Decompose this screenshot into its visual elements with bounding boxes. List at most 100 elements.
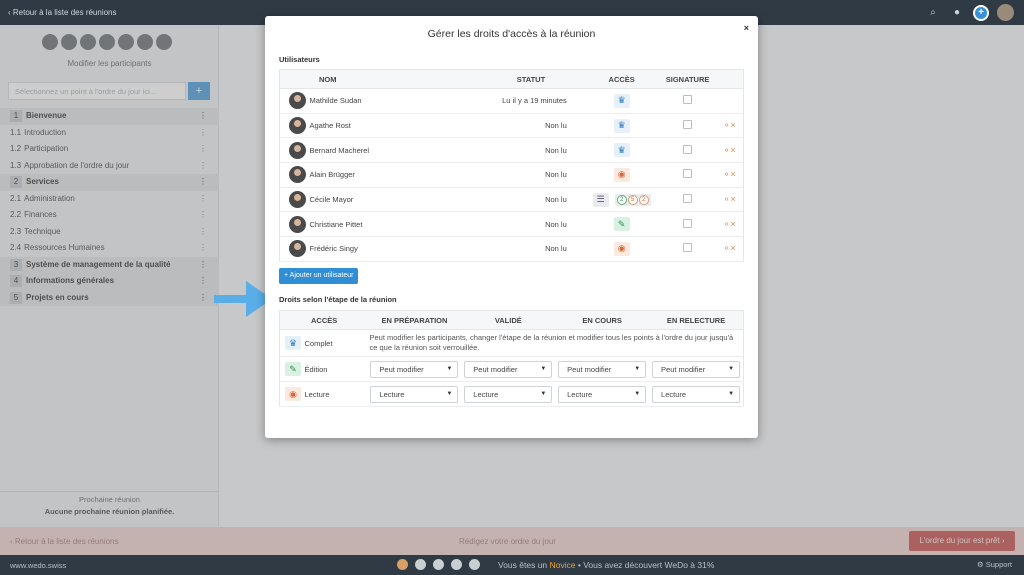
count-badge: 2 bbox=[638, 194, 649, 205]
steps-section-title: Droits selon l'étape de la réunion bbox=[279, 295, 397, 304]
user-status: Lu il y a 19 minutes bbox=[444, 88, 584, 114]
progress-dot bbox=[451, 559, 462, 570]
progress-dot bbox=[469, 559, 480, 570]
back-to-meetings-link[interactable]: ‹ Retour à la liste des réunions bbox=[8, 8, 117, 17]
user-row: Christiane Pittet Non lu ✎ ⚬× bbox=[279, 211, 744, 238]
list-icon[interactable]: ☰ bbox=[592, 192, 609, 207]
col-ongoing: EN COURS bbox=[555, 310, 650, 330]
rights-row-read: ◉ Lecture Lecture ▼ Lecture ▼ Lecture ▼ Lec… bbox=[279, 381, 744, 407]
brand-link[interactable]: www.wedo.swiss bbox=[10, 561, 66, 570]
user-access: ♛ bbox=[583, 137, 660, 164]
search-icon[interactable]: ⌕ bbox=[925, 5, 941, 21]
signature-checkbox[interactable] bbox=[683, 120, 693, 130]
remove-user-icon[interactable]: ⚬× bbox=[723, 194, 736, 204]
user-row: Cécile Mayor Non lu ☰ 2 5 2 ⚬× bbox=[279, 187, 744, 213]
col-access: ACCÈS bbox=[583, 69, 660, 89]
edit-validated-select[interactable]: Peut modifier ▼ bbox=[464, 360, 553, 378]
discovery-status: Vous êtes un Novice • Vous avez découver… bbox=[498, 560, 715, 570]
crown-icon[interactable]: ♛ bbox=[613, 143, 630, 158]
remove-user-icon[interactable]: ⚬× bbox=[723, 145, 736, 155]
user-access: ♛ bbox=[583, 88, 660, 114]
count-badge: 2 bbox=[616, 194, 627, 205]
avatar bbox=[289, 191, 306, 209]
remove-user-icon[interactable]: ⚬× bbox=[723, 120, 736, 130]
chevron-down-icon: ▼ bbox=[634, 366, 641, 372]
chevron-down-icon: ▼ bbox=[540, 391, 547, 397]
access-counts[interactable]: 252 bbox=[614, 193, 651, 206]
user-name: Alain Brügger bbox=[309, 162, 445, 188]
user-name: Christiane Pittet bbox=[309, 211, 445, 238]
chevron-down-icon: ▼ bbox=[446, 366, 453, 372]
step-rights-table: ACCÈS EN PRÉPARATION VALIDÉ EN COURS EN … bbox=[279, 310, 744, 407]
avatar bbox=[289, 141, 306, 159]
edit-ongoing-select[interactable]: Peut modifier ▼ bbox=[558, 360, 647, 378]
count-badge: 5 bbox=[627, 194, 638, 205]
signature-checkbox[interactable] bbox=[683, 169, 693, 179]
users-table: NOM STATUT ACCÈS SIGNATURE Mathilde Suda… bbox=[279, 69, 744, 262]
avatar bbox=[289, 166, 306, 184]
progress-dots[interactable] bbox=[397, 559, 480, 570]
chevron-down-icon: ▼ bbox=[634, 391, 641, 397]
col-preparation: EN PRÉPARATION bbox=[367, 310, 462, 330]
avatar bbox=[289, 117, 306, 135]
read-validated-select[interactable]: Lecture ▼ bbox=[464, 385, 553, 403]
user-name: Agathe Rost bbox=[309, 113, 445, 139]
signature-checkbox[interactable] bbox=[683, 243, 693, 253]
col-access: ACCÈS bbox=[279, 310, 368, 330]
crown-icon: ♛ bbox=[285, 336, 301, 350]
crown-icon[interactable]: ♛ bbox=[613, 118, 630, 133]
chevron-down-icon: ▼ bbox=[728, 366, 735, 372]
signature-checkbox[interactable] bbox=[683, 95, 693, 105]
progress-dot bbox=[433, 559, 444, 570]
close-icon[interactable]: × bbox=[744, 23, 749, 33]
rights-row-complete: ♛ Complet Peut modifier les participants… bbox=[279, 329, 744, 357]
read-preparation-select[interactable]: Lecture ▼ bbox=[370, 385, 459, 403]
users-section-title: Utilisateurs bbox=[279, 55, 320, 64]
add-icon[interactable]: + bbox=[973, 4, 989, 21]
modal-title: Gérer les droits d'accès à la réunion bbox=[427, 28, 596, 40]
level-badge: Novice bbox=[549, 560, 576, 570]
chevron-down-icon: ▼ bbox=[446, 391, 453, 397]
user-status: Non lu bbox=[444, 137, 584, 164]
col-review: EN RELECTURE bbox=[649, 310, 744, 330]
user-name: Mathilde Sudan bbox=[309, 88, 445, 114]
read-review-select[interactable]: Lecture ▼ bbox=[652, 385, 741, 403]
signature-checkbox[interactable] bbox=[683, 218, 693, 228]
user-row: Agathe Rost Non lu ♛ ⚬× bbox=[279, 113, 744, 139]
avatar bbox=[289, 92, 306, 110]
user-row: Frédéric Singy Non lu ◉ ⚬× bbox=[279, 236, 744, 262]
edit-preparation-select[interactable]: Peut modifier ▼ bbox=[370, 360, 459, 378]
user-avatar-icon[interactable] bbox=[997, 4, 1014, 21]
avatar bbox=[289, 215, 306, 233]
rights-label: Édition bbox=[304, 356, 368, 382]
support-link[interactable]: ⚙ Support bbox=[977, 560, 1012, 569]
user-row: Alain Brügger Non lu ◉ ⚬× bbox=[279, 162, 744, 188]
eye-icon[interactable]: ◉ bbox=[613, 241, 630, 256]
user-status: Non lu bbox=[444, 113, 584, 139]
user-row: Mathilde Sudan Lu il y a 19 minutes ♛ bbox=[279, 88, 744, 114]
remove-user-icon[interactable]: ⚬× bbox=[723, 243, 736, 253]
eye-icon[interactable]: ◉ bbox=[613, 167, 630, 182]
access-rights-modal: Gérer les droits d'accès à la réunion × … bbox=[265, 16, 758, 438]
user-status: Non lu bbox=[444, 187, 584, 213]
col-actions bbox=[715, 69, 744, 89]
crown-icon[interactable]: ♛ bbox=[613, 93, 630, 108]
user-access: ☰ 2 5 2 bbox=[583, 187, 660, 213]
user-access: ♛ bbox=[583, 113, 660, 139]
remove-user-icon[interactable]: ⚬× bbox=[723, 219, 736, 229]
top-bar-actions: ⌕ ● + bbox=[925, 4, 1014, 21]
signature-checkbox[interactable] bbox=[683, 144, 693, 154]
col-name: NOM bbox=[279, 69, 445, 89]
pencil-icon[interactable]: ✎ bbox=[613, 217, 630, 232]
user-name: Bernard Macherel bbox=[309, 137, 445, 164]
col-validated: VALIDÉ bbox=[461, 310, 556, 330]
signature-checkbox[interactable] bbox=[683, 194, 693, 204]
edit-review-select[interactable]: Peut modifier ▼ bbox=[652, 360, 741, 378]
remove-user-icon[interactable]: ⚬× bbox=[723, 169, 736, 179]
col-signature: SIGNATURE bbox=[659, 69, 716, 89]
read-ongoing-select[interactable]: Lecture ▼ bbox=[558, 385, 647, 403]
progress-dot bbox=[415, 559, 426, 570]
bell-icon[interactable]: ● bbox=[949, 5, 965, 21]
add-user-button[interactable]: + Ajouter un utilisateur bbox=[279, 268, 359, 284]
footer: www.wedo.swiss Vous êtes un Novice • Vou… bbox=[0, 555, 1024, 575]
